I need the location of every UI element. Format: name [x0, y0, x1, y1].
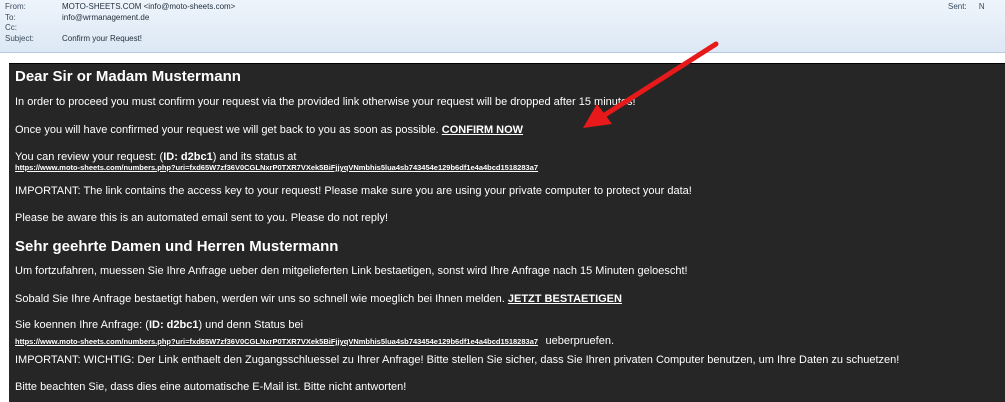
review-url-link-en[interactable]: https://www.moto-sheets.com/numbers.php?… — [15, 163, 538, 172]
confirm-now-link[interactable]: CONFIRM NOW — [442, 124, 523, 136]
greeting-en: Dear Sir or Madam Mustermann — [15, 68, 241, 85]
review-suffix-en: ) and its status at — [212, 151, 297, 163]
paragraph-review-en: You can review your request: (ID: d2bc1)… — [15, 151, 296, 163]
paragraph-important-de: IMPORTANT: WICHTIG: Der Link enthaelt de… — [15, 354, 900, 366]
email-header: From: MOTO-SHEETS.COM <info@moto-sheets.… — [0, 0, 1005, 53]
review-prefix-de: Sie koennen Ihre Anfrage: ( — [15, 319, 149, 331]
confirm-text-en: Once you will have confirmed your reques… — [15, 124, 439, 136]
review-url-link-de[interactable]: https://www.moto-sheets.com/numbers.php?… — [15, 337, 538, 346]
greeting-de: Sehr geehrte Damen und Herren Mustermann — [15, 238, 339, 255]
paragraph-proceed-en: In order to proceed you must confirm you… — [15, 96, 636, 108]
confirm-text-de: Sobald Sie Ihre Anfrage bestaetigt haben… — [15, 293, 505, 305]
review-suffix-de: ) und denn Status bei — [198, 319, 304, 331]
to-value[interactable]: info@wrmanagement.de — [62, 13, 149, 23]
paragraph-automated-de: Bitte beachten Sie, dass dies eine autom… — [15, 381, 407, 393]
jetzt-bestaetigen-link[interactable]: JETZT BESTAETIGEN — [508, 293, 622, 305]
paragraph-confirm-de: Sobald Sie Ihre Anfrage bestaetigt haben… — [15, 293, 622, 305]
sent-field: Sent: N — [948, 2, 985, 11]
review-prefix-en: You can review your request: ( — [15, 151, 164, 163]
email-body: Dear Sir or Madam Mustermann In order to… — [9, 63, 1005, 402]
request-id-de: ID: d2bc1 — [148, 319, 199, 331]
paragraph-confirm-en: Once you will have confirmed your reques… — [15, 124, 523, 136]
from-label: From: — [5, 2, 26, 11]
paragraph-proceed-de: Um fortzufahren, muessen Sie Ihre Anfrag… — [15, 265, 688, 277]
review-url-line-de: https://www.moto-sheets.com/numbers.php?… — [15, 331, 614, 349]
paragraph-review-de: Sie koennen Ihre Anfrage: (ID: d2bc1) un… — [15, 319, 303, 331]
review-url-suffix-de: ueberpruefen. — [545, 335, 615, 347]
request-id-en: ID: d2bc1 — [163, 151, 213, 163]
cc-label: Cc: — [5, 23, 17, 32]
from-value[interactable]: MOTO-SHEETS.COM <info@moto-sheets.com> — [62, 2, 235, 12]
paragraph-important-en: IMPORTANT: The link contains the access … — [15, 185, 692, 197]
paragraph-automated-en: Please be aware this is an automated ema… — [15, 212, 388, 224]
to-label: To: — [5, 13, 16, 22]
subject-label: Subject: — [5, 34, 34, 43]
sent-value: N — [978, 2, 985, 11]
sent-label: Sent: — [948, 2, 967, 11]
subject-value: Confirm your Request! — [62, 34, 143, 43]
